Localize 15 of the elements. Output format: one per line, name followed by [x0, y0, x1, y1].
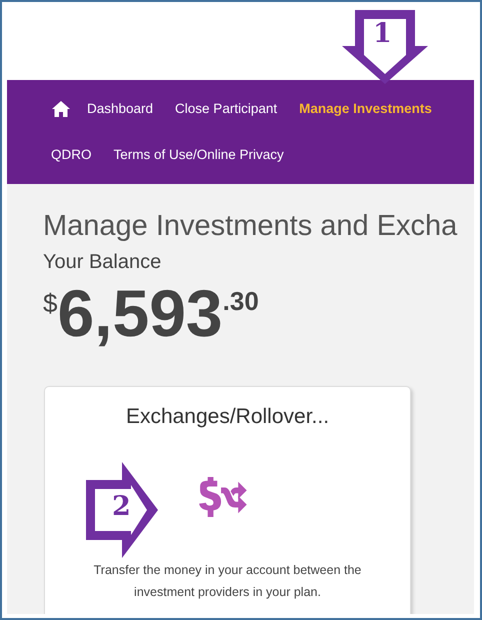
currency-symbol: $: [43, 288, 58, 319]
balance-cents: .30: [222, 286, 259, 317]
page-title: Manage Investments and Excha: [43, 210, 458, 243]
nav-link[interactable]: Manage Investments: [299, 99, 432, 119]
nav-link[interactable]: QDRO: [51, 145, 92, 165]
nav-link[interactable]: Dashboard: [87, 99, 154, 119]
card-title: Exchanges/Rollover...: [124, 405, 330, 429]
nav-link[interactable]: Terms of Use/Online Privacy: [114, 145, 284, 165]
nav-link[interactable]: Close Participant: [175, 99, 278, 119]
home-icon[interactable]: [51, 100, 71, 118]
balance-amount: 6,593: [57, 280, 223, 346]
callout-number: 1: [373, 20, 392, 47]
callout-number: 2: [112, 493, 131, 520]
balance-label: Your Balance: [43, 251, 162, 274]
card-description: Transfer the money in your account between the investment providers in your plan.: [92, 562, 362, 601]
